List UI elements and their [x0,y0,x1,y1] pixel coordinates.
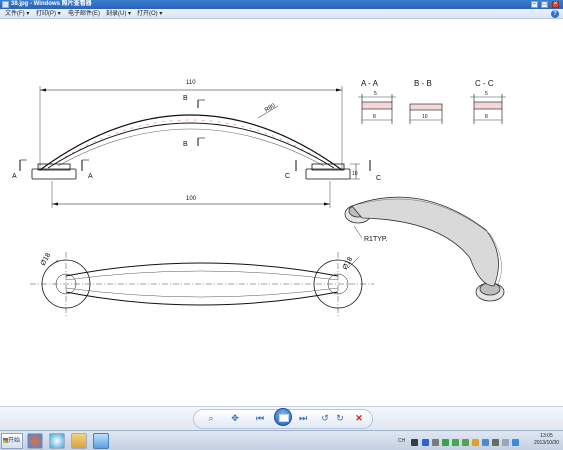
clock-date: 2013/10/30 [533,440,559,446]
menu-email[interactable]: 电子邮件(E) [68,9,100,19]
network-icon[interactable] [452,439,459,446]
browser-icon[interactable] [27,433,43,449]
section-marker-b-top: B [183,95,188,102]
flag-icon[interactable] [502,439,509,446]
update-icon[interactable] [462,439,469,446]
help-icon[interactable]: ? [551,10,559,18]
photo-viewer-task-icon[interactable] [93,433,109,449]
section-title-a: A - A [361,79,379,88]
height-label: 10 [352,171,358,177]
technical-drawing: 110 100 R80 10 A A B B C C A - A B - B C… [12,79,506,316]
delete-icon[interactable]: ✕ [352,411,366,425]
section-title-b: B - B [414,79,432,88]
minimize-button[interactable]: – [531,1,538,8]
maximize-button[interactable]: □ [541,1,548,8]
overall-width-label: 110 [186,80,196,86]
help-tray-icon[interactable] [422,439,429,446]
menu-burn[interactable]: 刻录(U) ▾ [106,9,131,19]
slideshow-icon[interactable] [274,408,292,426]
volume-icon[interactable] [512,439,519,446]
clock-time: 13:05 [540,433,553,439]
window-title: 38.jpg - Windows 照片查看器 [11,1,92,7]
section-a-dim-width: 8 [373,114,376,120]
section-marker-c-right: C [376,175,381,182]
taskbar: 开始 CH 13:05 2013/10/30 [0,430,563,450]
app-icon [2,1,9,8]
title-bar: 38.jpg - Windows 照片查看器 – □ × [0,0,563,9]
section-a-dim-top: 5 [374,91,377,97]
section-marker-a-right: A [88,173,93,180]
section-b-dim-width: 10 [422,114,428,120]
top-view [30,252,374,316]
image-viewer[interactable]: 110 100 R80 10 A A B B C C A - A B - B C… [0,20,563,406]
section-views [358,94,506,124]
menu-open[interactable]: 打开(O) ▾ [137,9,162,19]
fillet-label: R1TYP. [364,236,388,243]
section-c-dim-top: 5 [485,91,488,97]
isometric-render [344,196,505,302]
section-title-c: C - C [475,79,494,88]
input-language[interactable]: CH [398,438,405,444]
base-width-label: 100 [186,196,197,202]
tools-icon[interactable] [492,439,499,446]
menu-file[interactable]: 文件(F) ▾ [5,9,29,19]
menu-bar: 文件(F) ▾ 打印(P) ▾ 电子邮件(E) 刻录(U) ▾ 打开(O) ▾ … [0,9,563,19]
system-clock[interactable]: 13:05 2013/10/30 [534,433,559,447]
zoom-icon[interactable]: ⌕ [204,411,218,425]
section-marker-b-bottom: B [183,141,188,148]
tray-icon[interactable] [432,439,439,446]
app-s-icon[interactable] [49,433,65,449]
radius-label: R80 [264,103,277,114]
section-marker-c-left: C [285,173,290,180]
next-icon[interactable]: ⏭ [296,411,310,425]
rotate-right-icon[interactable]: ↻ [333,411,347,425]
section-c-dim-width: 8 [485,114,488,120]
front-view [19,86,371,208]
app-tray-icon[interactable] [472,439,479,446]
start-button[interactable]: 开始 [1,433,23,449]
previous-icon[interactable]: ⏮ [253,411,267,425]
close-button[interactable]: × [552,1,559,8]
folder-icon[interactable] [71,433,87,449]
display-icon[interactable] [482,439,489,446]
ime-icon[interactable] [411,439,418,446]
viewer-toolbar: ⌕ ✥ ⏮ ⏭ ↺ ↻ ✕ [0,406,563,430]
menu-print[interactable]: 打印(P) ▾ [36,9,61,19]
rotate-left-icon[interactable]: ↺ [318,411,332,425]
diameter-left-label: Ø18 [40,252,53,267]
security-icon[interactable] [442,439,449,446]
section-marker-a-left: A [12,173,17,180]
fit-icon[interactable]: ✥ [228,411,242,425]
